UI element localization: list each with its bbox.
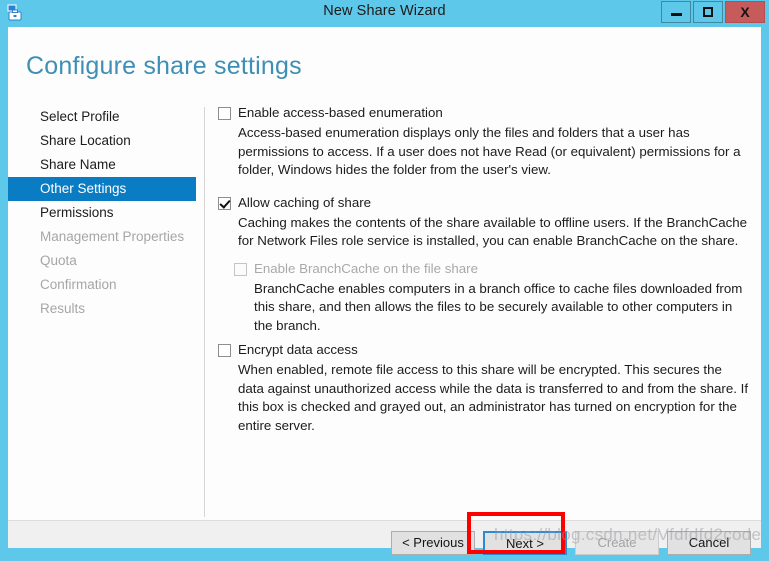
branchcache-option-row: Enable BranchCache on the file share bbox=[234, 261, 748, 277]
create-button: Create bbox=[575, 531, 659, 555]
abe-option-row[interactable]: Enable access-based enumeration bbox=[218, 105, 748, 121]
previous-button[interactable]: < Previous bbox=[391, 531, 475, 555]
encrypt-label: Encrypt data access bbox=[238, 342, 358, 358]
new-share-wizard-window: New Share Wizard X Configure share setti… bbox=[0, 0, 769, 561]
close-button[interactable]: X bbox=[725, 1, 765, 23]
window-title: New Share Wizard bbox=[0, 3, 769, 19]
nav-content-divider bbox=[204, 107, 205, 517]
allow-caching-of-share-checkbox[interactable] bbox=[218, 197, 231, 210]
enable-access-based-enumeration-checkbox[interactable] bbox=[218, 107, 231, 120]
nav-item-select-profile[interactable]: Select Profile bbox=[8, 105, 196, 129]
nav-item-confirmation: Confirmation bbox=[8, 273, 196, 297]
caching-description: Caching makes the contents of the share … bbox=[238, 214, 748, 251]
nav-item-permissions[interactable]: Permissions bbox=[8, 201, 196, 225]
enable-branchcache-checkbox bbox=[234, 263, 247, 276]
abe-label: Enable access-based enumeration bbox=[238, 105, 443, 121]
wizard-client-area: Configure share settings Select Profile … bbox=[8, 27, 761, 548]
wizard-footer: < Previous Next > Create Cancel bbox=[8, 521, 761, 548]
nav-item-share-location[interactable]: Share Location bbox=[8, 129, 196, 153]
nav-item-other-settings[interactable]: Other Settings bbox=[8, 177, 196, 201]
wizard-button-bar: < Previous Next > Create Cancel bbox=[391, 531, 751, 555]
encrypt-option-row[interactable]: Encrypt data access bbox=[218, 342, 748, 358]
encrypt-description: When enabled, remote file access to this… bbox=[238, 361, 748, 435]
abe-description: Access-based enumeration displays only t… bbox=[238, 124, 748, 180]
page-title: Configure share settings bbox=[26, 52, 302, 81]
encrypt-data-access-checkbox[interactable] bbox=[218, 344, 231, 357]
nav-item-share-name[interactable]: Share Name bbox=[8, 153, 196, 177]
title-bar: New Share Wizard X bbox=[0, 0, 769, 25]
caching-label: Allow caching of share bbox=[238, 195, 371, 211]
window-controls: X bbox=[659, 1, 765, 23]
next-button[interactable]: Next > bbox=[483, 531, 567, 555]
nav-item-results: Results bbox=[8, 297, 196, 321]
wizard-step-nav: Select Profile Share Location Share Name… bbox=[8, 105, 196, 321]
branchcache-label: Enable BranchCache on the file share bbox=[254, 261, 478, 277]
minimize-icon bbox=[671, 13, 682, 16]
settings-panel: Enable access-based enumeration Access-b… bbox=[218, 105, 748, 435]
minimize-button[interactable] bbox=[661, 1, 691, 23]
caching-option-row[interactable]: Allow caching of share bbox=[218, 195, 748, 211]
nav-item-management-properties: Management Properties bbox=[8, 225, 196, 249]
maximize-button[interactable] bbox=[693, 1, 723, 23]
cancel-button[interactable]: Cancel bbox=[667, 531, 751, 555]
maximize-icon bbox=[703, 7, 713, 17]
nav-item-quota: Quota bbox=[8, 249, 196, 273]
branchcache-description: BranchCache enables computers in a branc… bbox=[254, 280, 748, 336]
